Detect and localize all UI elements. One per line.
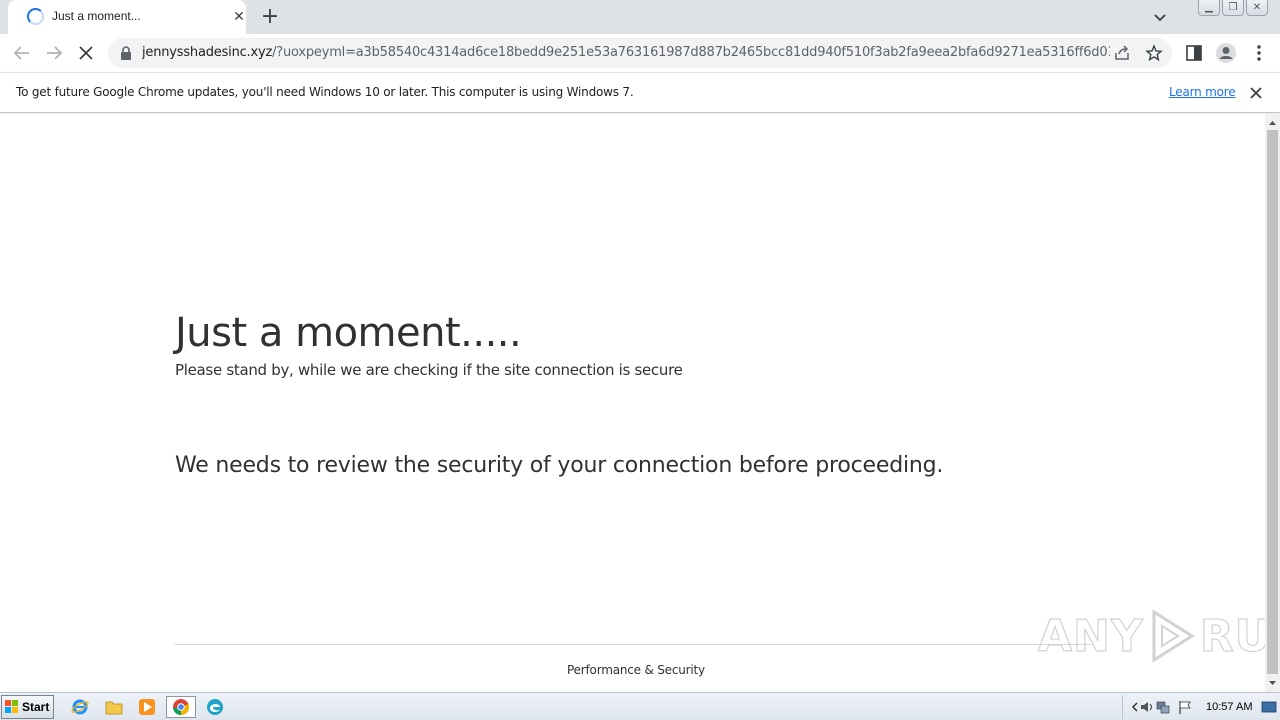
browser-toolbar: jennysshadesinc.xyz/?uoxpeyml=a3b58540c4…: [0, 34, 1280, 72]
update-infobar: To get future Google Chrome updates, you…: [0, 72, 1280, 113]
taskbar-internet-explorer[interactable]: [67, 696, 93, 718]
tab-search-chevron-down-icon[interactable]: [1151, 8, 1169, 26]
bookmark-star-icon[interactable]: [1145, 44, 1163, 62]
share-icon[interactable]: [1113, 44, 1131, 62]
tab-active[interactable]: Just a moment... ✕: [8, 0, 246, 34]
side-panel-icon[interactable]: [1184, 43, 1204, 63]
start-button[interactable]: Start: [1, 695, 54, 719]
learn-more-link[interactable]: Learn more: [1169, 85, 1236, 99]
anyrun-watermark-logo: ANY RUN: [1037, 608, 1280, 664]
loading-spinner-icon: [27, 8, 44, 25]
address-bar[interactable]: jennysshadesinc.xyz/?uoxpeyml=a3b58540c4…: [108, 38, 1172, 68]
infobar-message: To get future Google Chrome updates, you…: [16, 85, 634, 99]
infobar-close-icon[interactable]: [1247, 84, 1265, 102]
windows-logo-icon: [5, 700, 18, 713]
tab-title: Just a moment...: [52, 9, 141, 23]
network-icon[interactable]: [1155, 699, 1171, 715]
taskbar-chrome[interactable]: [166, 696, 196, 718]
vertical-scrollbar[interactable]: [1265, 114, 1280, 692]
taskbar-clock[interactable]: 10:57 AM: [1206, 701, 1252, 713]
new-tab-button[interactable]: +: [258, 5, 282, 29]
volume-speaker-icon[interactable]: [1139, 699, 1155, 715]
show-desktop-icon[interactable]: [1261, 699, 1277, 715]
url-path: /?uoxpeyml=a3b58540c4314ad6ce18bedd9e251…: [272, 45, 1110, 60]
profile-avatar-icon[interactable]: [1215, 42, 1237, 64]
url-host: jennysshadesinc.xyz: [142, 45, 273, 60]
windows-taskbar: Start 10:57 AM: [0, 692, 1280, 720]
play-logo-icon: [1152, 609, 1195, 663]
scrollbar-thumb[interactable]: [1267, 130, 1278, 674]
page-heading: Just a moment.....: [175, 310, 522, 356]
folder-icon: [105, 701, 123, 715]
more-menu-icon[interactable]: [1249, 43, 1269, 63]
taskbar-edge[interactable]: [202, 696, 228, 718]
forward-arrow-icon[interactable]: [43, 42, 65, 64]
restore-button[interactable]: ❐: [1222, 0, 1244, 16]
lock-icon[interactable]: [120, 46, 132, 60]
security-review-message: We needs to review the security of your …: [175, 453, 944, 478]
close-window-button[interactable]: ✕: [1246, 0, 1268, 16]
taskbar-file-explorer[interactable]: [101, 696, 127, 718]
tab-close-icon[interactable]: ✕: [231, 9, 247, 25]
edge-icon: [207, 699, 223, 715]
scroll-down-arrow-icon[interactable]: [1265, 676, 1280, 690]
page-subheading: Please stand by, while we are checking i…: [175, 361, 683, 379]
back-arrow-icon[interactable]: [11, 42, 33, 64]
system-tray: [1122, 695, 1280, 719]
internet-explorer-icon: [71, 699, 89, 715]
start-label: Start: [22, 700, 50, 714]
taskbar-media-player[interactable]: [134, 696, 160, 718]
stop-loading-icon[interactable]: [75, 42, 97, 64]
chrome-icon: [173, 699, 190, 716]
url-text[interactable]: jennysshadesinc.xyz/?uoxpeyml=a3b58540c4…: [142, 45, 1110, 60]
page-content: Just a moment..... Please stand by, whil…: [0, 114, 1280, 692]
action-center-flag-icon[interactable]: [1177, 699, 1193, 715]
footer-divider: [175, 644, 1091, 645]
scroll-up-arrow-icon[interactable]: [1265, 116, 1280, 130]
minimize-button[interactable]: ▁: [1198, 0, 1220, 16]
media-player-icon: [139, 699, 155, 715]
window-controls: ▁ ❐ ✕: [1198, 0, 1268, 16]
tab-strip: Just a moment... ✕ + ▁ ❐ ✕: [0, 0, 1280, 34]
footer-text: Performance & Security: [567, 663, 705, 677]
